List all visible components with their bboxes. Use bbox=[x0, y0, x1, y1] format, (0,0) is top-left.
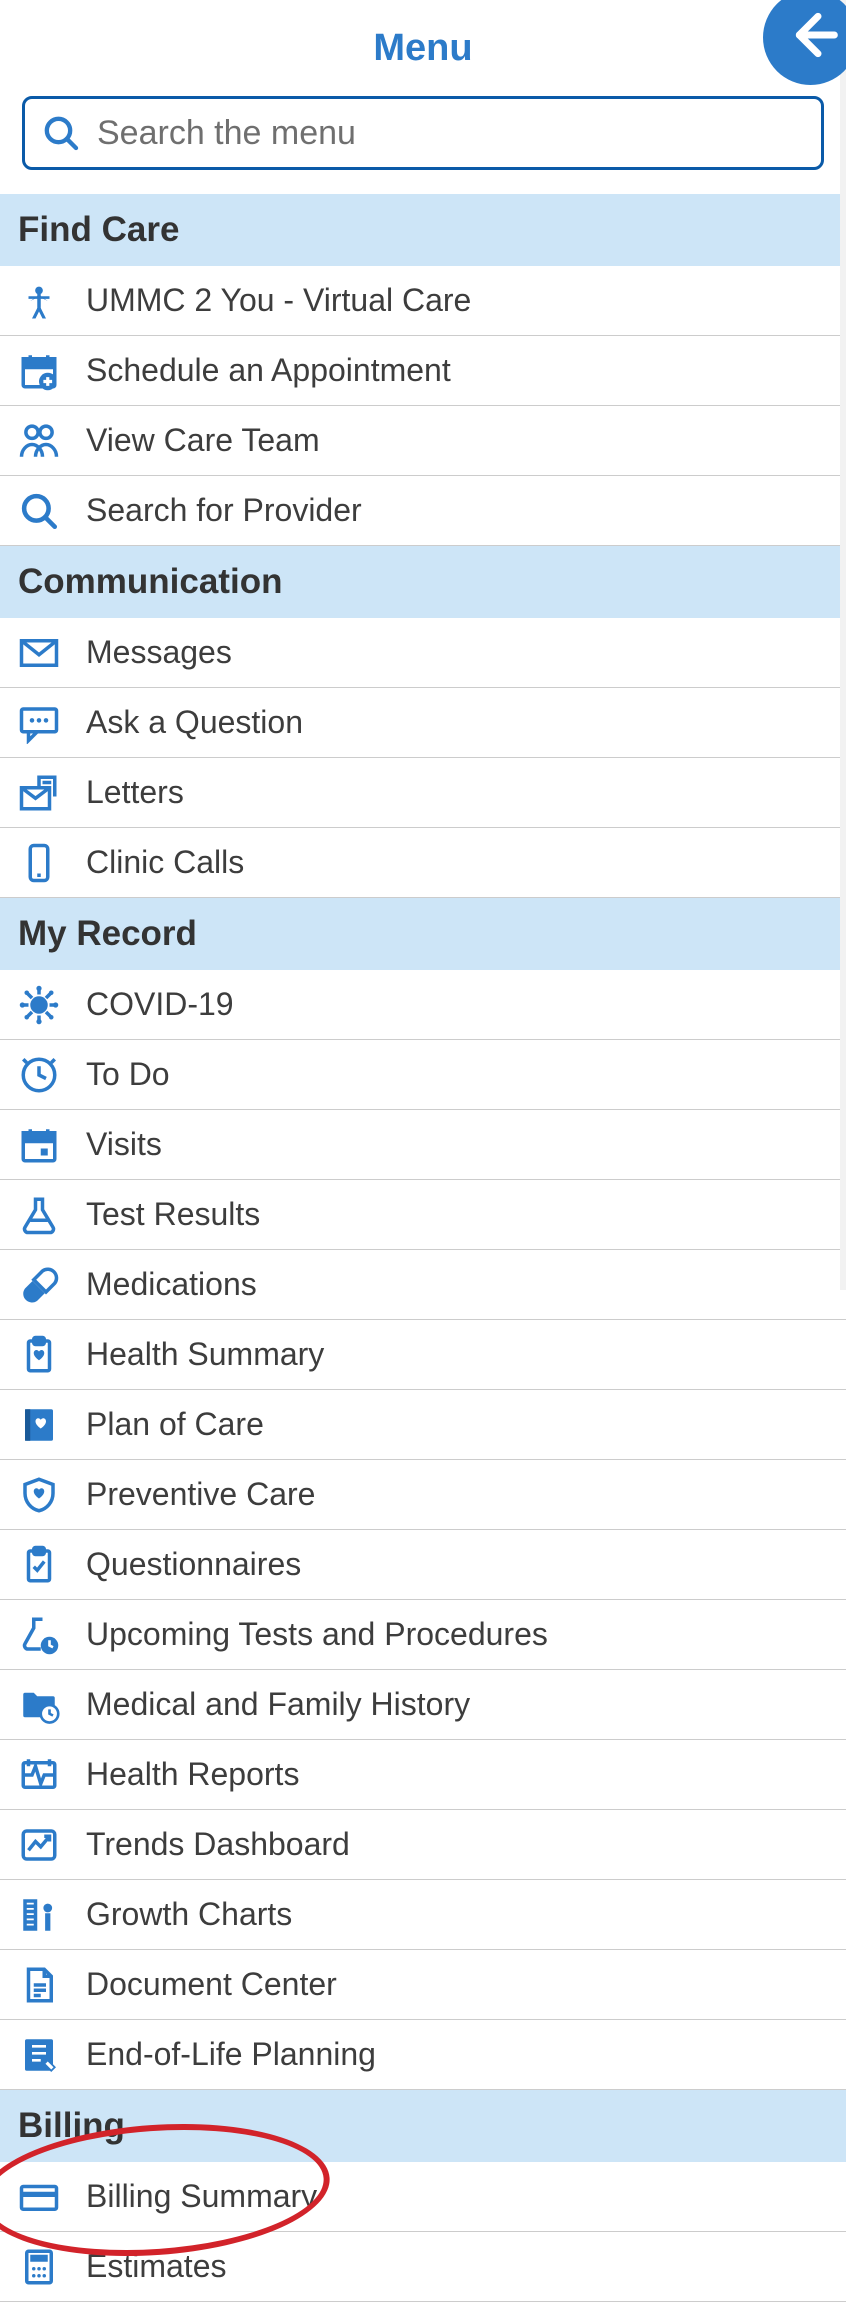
flask-clock-icon bbox=[18, 1614, 60, 1656]
menu-item-label: Visits bbox=[86, 1126, 162, 1163]
pill-icon bbox=[18, 1264, 60, 1306]
menu-item[interactable]: Letters bbox=[0, 758, 846, 828]
menu-item-label: Ask a Question bbox=[86, 704, 303, 741]
page-title: Menu bbox=[373, 27, 472, 70]
book-heart-icon bbox=[18, 1404, 60, 1446]
menu-item[interactable]: Clinic Calls bbox=[0, 828, 846, 898]
virus-icon bbox=[18, 984, 60, 1026]
menu-item[interactable]: Ask a Question bbox=[0, 688, 846, 758]
section-title: My Record bbox=[18, 914, 197, 953]
menu-item[interactable]: End-of-Life Planning bbox=[0, 2020, 846, 2090]
menu-item[interactable]: To Do bbox=[0, 1040, 846, 1110]
folder-clock-icon bbox=[18, 1684, 60, 1726]
menu-item-label: Health Summary bbox=[86, 1336, 324, 1373]
credit-card-icon bbox=[18, 2176, 60, 2218]
menu-item[interactable]: UMMC 2 You - Virtual Care bbox=[0, 266, 846, 336]
heartbeat-icon bbox=[18, 1754, 60, 1796]
menu-item-label: UMMC 2 You - Virtual Care bbox=[86, 282, 471, 319]
section-title: Communication bbox=[18, 562, 282, 601]
menu-item[interactable]: Growth Charts bbox=[0, 1880, 846, 1950]
phone-icon bbox=[18, 842, 60, 884]
menu-item-label: Preventive Care bbox=[86, 1476, 315, 1513]
menu-item-label: Upcoming Tests and Procedures bbox=[86, 1616, 548, 1653]
clipboard-heart-icon bbox=[18, 1334, 60, 1376]
menu-item-label: To Do bbox=[86, 1056, 170, 1093]
flask-icon bbox=[18, 1194, 60, 1236]
menu-item[interactable]: View Care Team bbox=[0, 406, 846, 476]
section-title: Billing bbox=[18, 2106, 125, 2145]
menu-item-label: Messages bbox=[86, 634, 232, 671]
section-title: Find Care bbox=[18, 210, 179, 249]
menu-item[interactable]: Estimates bbox=[0, 2232, 846, 2302]
menu-item[interactable]: Schedule an Appointment bbox=[0, 336, 846, 406]
clipboard-check-icon bbox=[18, 1544, 60, 1586]
letter-icon bbox=[18, 772, 60, 814]
menu-item[interactable]: Preventive Care bbox=[0, 1460, 846, 1530]
arrow-left-icon bbox=[783, 7, 839, 68]
menu-item-label: Billing Summary bbox=[86, 2178, 317, 2215]
menu-item[interactable]: Test Results bbox=[0, 1180, 846, 1250]
search-icon bbox=[18, 490, 60, 532]
planning-icon bbox=[18, 2034, 60, 2076]
menu-item-label: View Care Team bbox=[86, 422, 320, 459]
document-icon bbox=[18, 1964, 60, 2006]
section-header: My Record bbox=[0, 898, 846, 970]
shield-heart-icon bbox=[18, 1474, 60, 1516]
trend-icon bbox=[18, 1824, 60, 1866]
menu-item[interactable]: Messages bbox=[0, 618, 846, 688]
calendar-dot-icon bbox=[18, 1124, 60, 1166]
menu-item[interactable]: Billing Summary bbox=[0, 2162, 846, 2232]
menu-item[interactable]: Medical and Family History bbox=[0, 1670, 846, 1740]
calculator-icon bbox=[18, 2246, 60, 2288]
menu-item-label: COVID-19 bbox=[86, 986, 234, 1023]
menu-item[interactable]: Upcoming Tests and Procedures bbox=[0, 1600, 846, 1670]
menu-item-label: Health Reports bbox=[86, 1756, 299, 1793]
menu-page: Menu Find Care UMMC 2 You - Virtual Care S… bbox=[0, 0, 846, 2302]
menu-item-label: Estimates bbox=[86, 2248, 226, 2285]
header-bar: Menu bbox=[0, 0, 846, 96]
menu-item-label: Plan of Care bbox=[86, 1406, 264, 1443]
menu-item[interactable]: Health Summary bbox=[0, 1320, 846, 1390]
people-icon bbox=[18, 420, 60, 462]
scrollbar-track bbox=[840, 0, 846, 1290]
section-header: Billing bbox=[0, 2090, 846, 2162]
menu-item-label: End-of-Life Planning bbox=[86, 2036, 376, 2073]
menu-item-label: Search for Provider bbox=[86, 492, 362, 529]
menu-item[interactable]: Health Reports bbox=[0, 1740, 846, 1810]
menu-item-label: Questionnaires bbox=[86, 1546, 301, 1583]
menu-item[interactable]: Document Center bbox=[0, 1950, 846, 2020]
menu-item-label: Document Center bbox=[86, 1966, 337, 2003]
menu-item[interactable]: Trends Dashboard bbox=[0, 1810, 846, 1880]
section-header: Communication bbox=[0, 546, 846, 618]
person-star-icon bbox=[18, 280, 60, 322]
section-header: Find Care bbox=[0, 194, 846, 266]
menu-item[interactable]: Plan of Care bbox=[0, 1390, 846, 1460]
menu-item-label: Test Results bbox=[86, 1196, 260, 1233]
search-box[interactable] bbox=[22, 96, 824, 170]
menu-item-label: Clinic Calls bbox=[86, 844, 244, 881]
menu-item[interactable]: Medications bbox=[0, 1250, 846, 1320]
menu-item-label: Schedule an Appointment bbox=[86, 352, 451, 389]
menu-item-label: Medical and Family History bbox=[86, 1686, 470, 1723]
clock-check-icon bbox=[18, 1054, 60, 1096]
menu-item-label: Letters bbox=[86, 774, 184, 811]
menu-item-label: Growth Charts bbox=[86, 1896, 292, 1933]
search-container bbox=[0, 96, 846, 194]
search-icon bbox=[41, 113, 81, 153]
menu-item[interactable]: Visits bbox=[0, 1110, 846, 1180]
calendar-plus-icon bbox=[18, 350, 60, 392]
menu-item-label: Trends Dashboard bbox=[86, 1826, 350, 1863]
menu-item[interactable]: COVID-19 bbox=[0, 970, 846, 1040]
envelope-icon bbox=[18, 632, 60, 674]
back-button[interactable] bbox=[763, 0, 846, 85]
chat-icon bbox=[18, 702, 60, 744]
menu-item[interactable]: Search for Provider bbox=[0, 476, 846, 546]
menu-item[interactable]: Questionnaires bbox=[0, 1530, 846, 1600]
growth-chart-icon bbox=[18, 1894, 60, 1936]
search-input[interactable] bbox=[97, 114, 805, 153]
menu-item-label: Medications bbox=[86, 1266, 257, 1303]
